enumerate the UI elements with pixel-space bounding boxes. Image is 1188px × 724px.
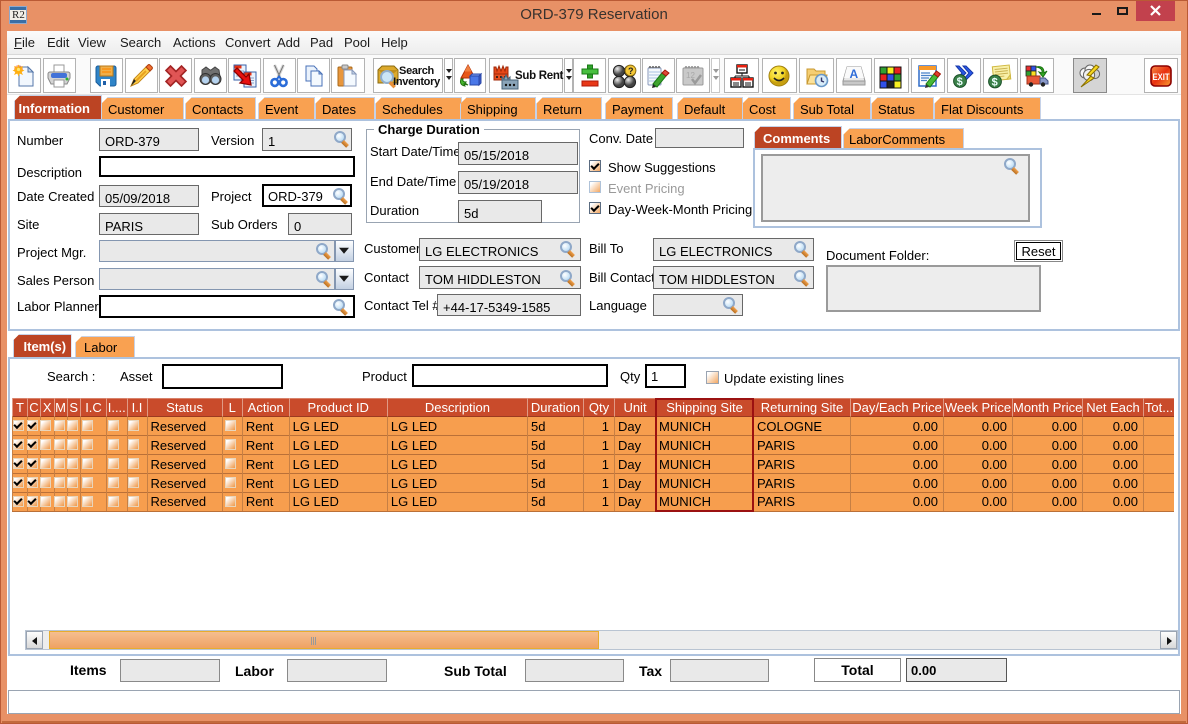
svg-text:$: $	[956, 76, 962, 88]
svg-text:12: 12	[686, 71, 695, 80]
svg-text:EXIT: EXIT	[1153, 72, 1170, 83]
svg-text:?: ?	[628, 66, 634, 76]
svg-text:A: A	[849, 67, 858, 81]
svg-text:$: $	[992, 76, 998, 88]
